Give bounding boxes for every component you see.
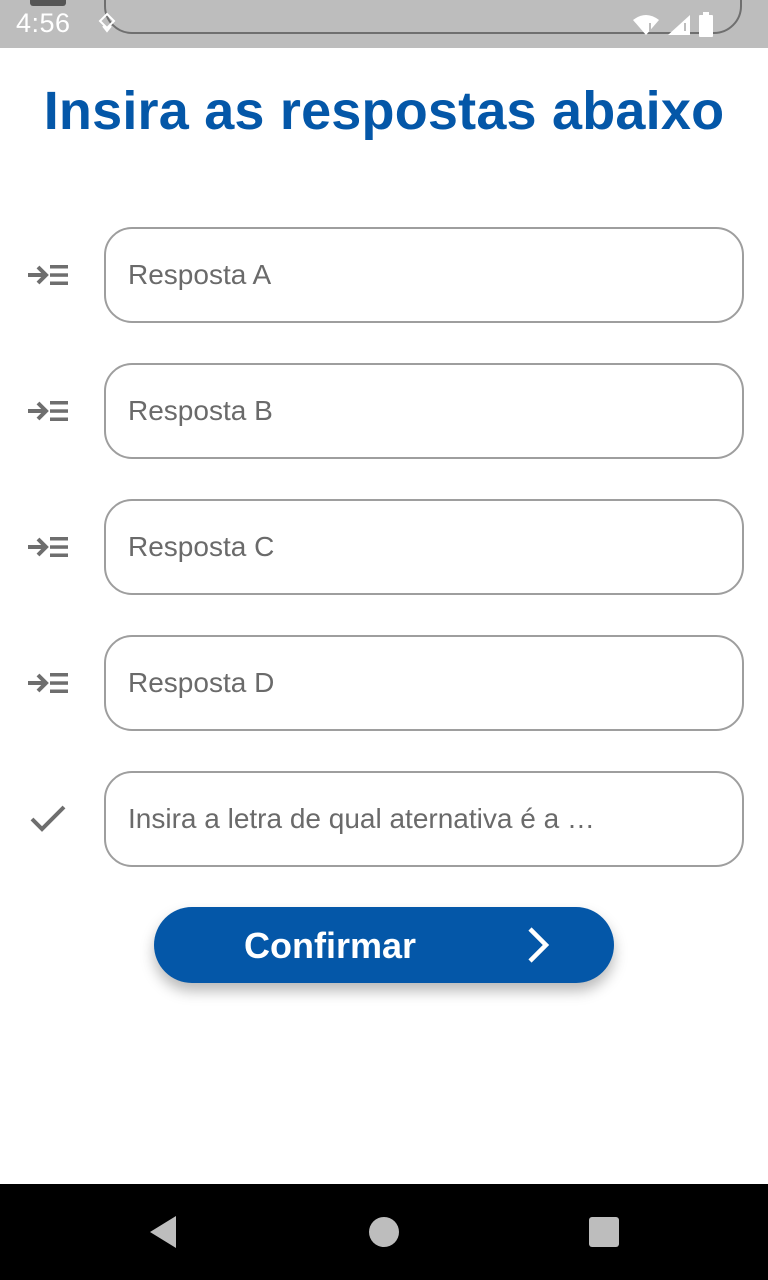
page-title: Insira as respostas abaixo [43,81,725,141]
recents-icon[interactable] [584,1212,624,1252]
answer-b-row [0,363,768,459]
indent-arrow-icon [24,255,72,295]
wifi-icon [633,15,659,35]
answer-b-field[interactable] [104,363,744,459]
indent-arrow-icon [24,527,72,567]
confirm-button[interactable]: Confirmar [154,907,614,983]
answer-d-row [0,635,768,731]
back-icon[interactable] [144,1212,184,1252]
home-icon[interactable] [364,1212,404,1252]
status-bar: 4:56 [0,0,768,48]
signal-icon [668,15,690,35]
answer-a-field[interactable] [104,227,744,323]
answer-c-row [0,499,768,595]
indent-arrow-icon [24,663,72,703]
correct-answer-row [0,771,768,867]
status-time: 4:56 [16,8,71,38]
answer-d-field[interactable] [104,635,744,731]
notification-icon [30,0,66,6]
battery-icon [699,12,713,37]
correct-answer-field[interactable] [104,771,744,867]
answer-c-field[interactable] [104,499,744,595]
indent-arrow-icon [24,391,72,431]
check-icon [24,799,72,839]
chevron-right-icon [528,927,550,963]
sync-icon [98,12,116,33]
navigation-bar [0,1184,768,1280]
confirm-label: Confirmar [244,925,417,966]
status-icons [632,12,714,38]
answer-a-row [0,227,768,323]
